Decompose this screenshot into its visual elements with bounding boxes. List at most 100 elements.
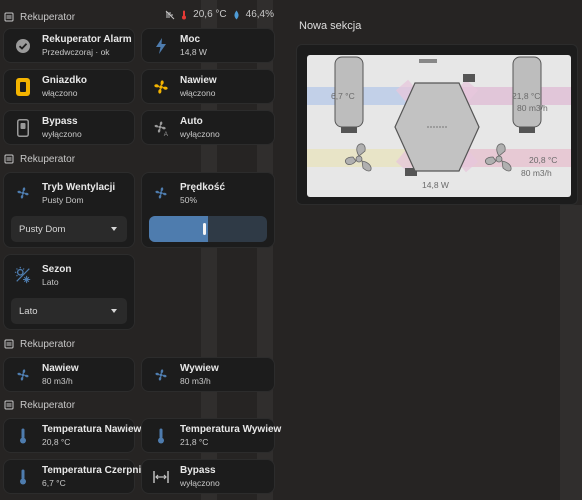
card-predkosc: Prędkość 50% [141, 172, 275, 248]
tile-state: 50% [180, 194, 198, 205]
tile-name: Temperatura Wywiew [180, 424, 282, 435]
slider-thumb[interactable] [203, 223, 206, 235]
tile-name: Bypass [42, 116, 78, 127]
wywiew-temp-label: 21,8 °C [512, 91, 541, 101]
recuperator-diagram-card[interactable]: 6,7 °C 21,8 °C 80 m3/h 20,8 °C 80 m3/h 1… [296, 44, 578, 205]
svg-text:A: A [164, 131, 169, 137]
section-title-right: Nowa sekcja [299, 20, 362, 32]
flash-icon [152, 37, 170, 55]
tile-name: Temperatura Nawiew [42, 424, 142, 435]
power-label: 14,8 W [422, 180, 449, 190]
fan-icon [152, 78, 170, 96]
wind-off-icon [165, 10, 175, 19]
tile-header[interactable]: Tryb Wentylacji Pusty Dom [4, 179, 115, 207]
tile-name: Temperatura Czerpnia [42, 465, 147, 476]
tile-state: 20,8 °C [42, 437, 71, 447]
wywiew-flow-label: 80 m3/h [517, 103, 548, 113]
tile-header[interactable]: Prędkość 50% [142, 179, 225, 207]
chevron-down-icon [111, 309, 117, 313]
fan-icon [152, 366, 170, 384]
tile-name: Tryb Wentylacji [42, 181, 116, 193]
tile-temperatura-wywiew[interactable]: Temperatura Wywiew 21,8 °C [141, 418, 281, 453]
tile-bypass-state[interactable]: Bypass wyłączono [141, 459, 275, 494]
tile-state: 80 m3/h [180, 376, 211, 386]
section-header: Rekuperator [4, 150, 75, 168]
tile-name: Prędkość [180, 181, 226, 193]
tile-state: 21,8 °C [180, 437, 209, 447]
tile-header[interactable]: Sezon Lato [4, 261, 71, 289]
water-drop-icon [234, 10, 239, 19]
czerpnia-temp-label: 6,7 °C [331, 91, 355, 101]
heat-recovery-icon [4, 154, 14, 164]
thermometer-icon [14, 468, 32, 486]
tile-bypass[interactable]: Bypass wyłączono [3, 110, 135, 145]
tile-auto[interactable]: A Auto wyłączono [141, 110, 275, 145]
section-title: Rekuperator [20, 11, 76, 23]
tile-state: wyłączono [180, 478, 220, 488]
thermometer-icon [14, 427, 32, 445]
background-stripe [560, 205, 582, 500]
section-title: Rekuperator [20, 399, 76, 411]
tile-state: wyłączono [180, 129, 220, 139]
power-socket-icon [14, 77, 32, 96]
tile-state: włączono [42, 88, 78, 98]
tile-state: 6,7 °C [42, 478, 66, 488]
select-value: Pusty Dom [19, 223, 66, 235]
tile-name: Nawiew [180, 75, 217, 86]
tile-name: Rekuperator Alarm [42, 34, 132, 45]
tile-name: Wywiew [180, 363, 219, 374]
thermometer-icon [182, 10, 187, 19]
heat-recovery-icon [4, 339, 14, 349]
tile-state: włączono [180, 88, 216, 98]
tile-nawiew[interactable]: Nawiew włączono [141, 69, 275, 104]
card-sezon: Sezon Lato Lato [3, 254, 135, 330]
tile-name: Gniazdko [42, 75, 88, 86]
tile-moc[interactable]: Moc 14,8 W [141, 28, 275, 63]
speed-slider[interactable] [149, 216, 267, 242]
section-header: Rekuperator [4, 396, 75, 414]
check-circle-icon [14, 37, 32, 55]
nawiew-temp-label: 20,8 °C [529, 155, 558, 165]
tile-name: Nawiew [42, 363, 79, 374]
fan-icon [152, 184, 170, 202]
tile-name: Sezon [42, 263, 72, 275]
tile-wywiew-flow[interactable]: Wywiew 80 m3/h [141, 357, 275, 392]
header-status: 20,6 °C 46,4% [165, 9, 274, 20]
arrow-split-icon [152, 468, 170, 486]
section-header: Rekuperator [4, 335, 75, 353]
heat-recovery-icon [4, 400, 14, 410]
tile-name: Bypass [180, 465, 216, 476]
tile-rekuperator-alarm[interactable]: Rekuperator Alarm Przedwczoraj · ok [3, 28, 135, 63]
tile-name: Auto [180, 116, 203, 127]
tile-nawiew-flow[interactable]: Nawiew 80 m3/h [3, 357, 135, 392]
section-title: Rekuperator [20, 338, 76, 350]
nawiew-flow-label: 80 m3/h [521, 168, 552, 178]
card-tryb-wentylacji: Tryb Wentylacji Pusty Dom Pusty Dom [3, 172, 135, 248]
switch-icon [14, 118, 32, 137]
status-humidity: 46,4% [245, 9, 274, 20]
tile-name: Moc [180, 34, 200, 45]
tile-gniazdko[interactable]: Gniazdko włączono [3, 69, 135, 104]
fan-icon [14, 366, 32, 384]
tile-state: 80 m3/h [42, 376, 73, 386]
tile-state: Przedwczoraj · ok [42, 47, 110, 57]
tile-state: 14,8 W [180, 47, 207, 57]
sun-snowflake-icon [14, 266, 32, 284]
mode-select[interactable]: Pusty Dom [11, 216, 127, 242]
fan-auto-icon: A [152, 119, 170, 137]
heat-recovery-icon [4, 12, 14, 22]
season-select[interactable]: Lato [11, 298, 127, 324]
tile-temperatura-czerpnia[interactable]: Temperatura Czerpnia 6,7 °C [3, 459, 147, 494]
tile-state: Pusty Dom [42, 194, 84, 205]
section-title: Rekuperator [20, 153, 76, 165]
thermometer-icon [152, 427, 170, 445]
tile-state: wyłączono [42, 129, 82, 139]
tile-temperatura-nawiew[interactable]: Temperatura Nawiew 20,8 °C [3, 418, 141, 453]
select-value: Lato [19, 305, 38, 317]
left-column: Rekuperator 20,6 °C 46,4% Rekuperator Al… [0, 0, 282, 500]
section-header: Rekuperator [4, 8, 75, 26]
tile-state: Lato [42, 276, 59, 287]
slider-fill [149, 216, 208, 242]
recuperator-diagram: 6,7 °C 21,8 °C 80 m3/h 20,8 °C 80 m3/h 1… [307, 55, 571, 197]
status-temperature: 20,6 °C [193, 9, 227, 20]
